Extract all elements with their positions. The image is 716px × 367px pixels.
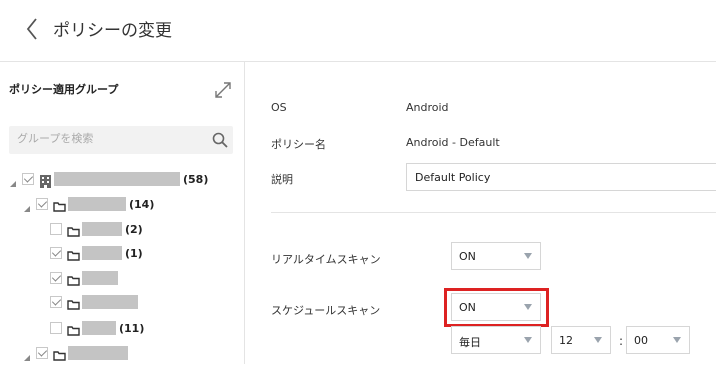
building-icon — [39, 173, 52, 188]
tree-checkbox[interactable] — [36, 347, 48, 359]
group-count: (58) — [183, 172, 209, 186]
folder-icon — [53, 347, 66, 361]
expand-icon[interactable] — [213, 80, 233, 100]
hour-select[interactable]: 12 — [551, 326, 611, 354]
section-divider — [271, 212, 716, 213]
group-count: (11) — [119, 321, 145, 335]
redacted-group-name — [82, 222, 122, 236]
realtime-scan-select[interactable]: ON — [451, 242, 541, 270]
description-field[interactable]: Default Policy — [406, 163, 716, 191]
minute-select[interactable]: 00 — [626, 326, 690, 354]
policy-detail-panel: OS Android ポリシー名 Android - Default 説明 De… — [246, 62, 716, 364]
frequency-value: 毎日 — [459, 336, 481, 349]
redacted-group-name — [82, 295, 138, 309]
search-icon[interactable] — [212, 132, 228, 148]
redacted-group-name — [82, 246, 122, 260]
tree-node[interactable]: (2) — [50, 220, 143, 238]
folder-icon — [53, 198, 66, 212]
group-search-box[interactable] — [9, 126, 233, 154]
os-value: Android — [406, 101, 449, 114]
tree-checkbox[interactable] — [50, 223, 62, 235]
tree-node[interactable] — [22, 344, 131, 362]
tree-node-root[interactable]: (58) — [8, 170, 208, 188]
scheduled-scan-label: スケジュールスキャン — [271, 304, 381, 317]
scheduled-scan-value: ON — [459, 301, 476, 314]
dropdown-arrow-icon — [524, 337, 532, 343]
group-search-input[interactable] — [17, 132, 207, 145]
realtime-scan-value: ON — [459, 250, 476, 263]
realtime-scan-label: リアルタイムスキャン — [271, 253, 381, 266]
tree-checkbox[interactable] — [50, 272, 62, 284]
dropdown-arrow-icon — [524, 253, 532, 259]
hour-value: 12 — [559, 334, 573, 347]
redacted-group-name — [54, 172, 180, 186]
page-title: ポリシーの変更 — [53, 21, 172, 41]
frequency-select[interactable]: 毎日 — [451, 326, 541, 354]
redacted-group-name — [68, 346, 128, 360]
group-count: (1) — [125, 246, 143, 260]
description-label: 説明 — [271, 173, 293, 186]
dropdown-arrow-icon — [594, 337, 602, 343]
group-count: (14) — [129, 197, 155, 211]
policy-name-value: Android - Default — [406, 136, 500, 149]
folder-icon — [67, 272, 80, 286]
collapse-triangle-icon[interactable] — [22, 199, 32, 212]
group-count: (2) — [125, 222, 143, 236]
folder-icon — [67, 296, 80, 310]
redacted-group-name — [68, 197, 126, 211]
folder-icon — [67, 223, 80, 237]
time-separator: : — [619, 334, 624, 348]
minute-value: 00 — [634, 334, 648, 347]
folder-icon — [67, 322, 80, 336]
tree-checkbox[interactable] — [36, 198, 48, 210]
tree-checkbox[interactable] — [22, 173, 34, 185]
scheduled-scan-select[interactable]: ON — [451, 293, 541, 321]
description-value: Default Policy — [415, 171, 491, 184]
policy-name-label: ポリシー名 — [271, 138, 326, 151]
collapse-triangle-icon[interactable] — [22, 348, 32, 361]
folder-icon — [67, 247, 80, 261]
redacted-group-name — [82, 271, 118, 285]
dropdown-arrow-icon — [524, 304, 532, 310]
collapse-triangle-icon[interactable] — [8, 174, 18, 187]
tree-node[interactable]: (14) — [22, 195, 154, 213]
redacted-group-name — [82, 321, 116, 335]
back-chevron-icon[interactable] — [22, 16, 44, 42]
tree-checkbox[interactable] — [50, 247, 62, 259]
tree-node[interactable]: (11) — [50, 319, 144, 337]
tree-checkbox[interactable] — [50, 296, 62, 308]
group-sidebar: ポリシー適用グループ (58) (14) (2) — [0, 62, 245, 364]
os-label: OS — [271, 101, 287, 114]
sidebar-title: ポリシー適用グループ — [9, 83, 119, 96]
tree-node[interactable]: (1) — [50, 244, 143, 262]
tree-node[interactable] — [50, 269, 121, 287]
tree-node[interactable] — [50, 293, 141, 311]
page-header: ポリシーの変更 — [0, 0, 716, 62]
dropdown-arrow-icon — [673, 337, 681, 343]
tree-checkbox[interactable] — [50, 322, 62, 334]
